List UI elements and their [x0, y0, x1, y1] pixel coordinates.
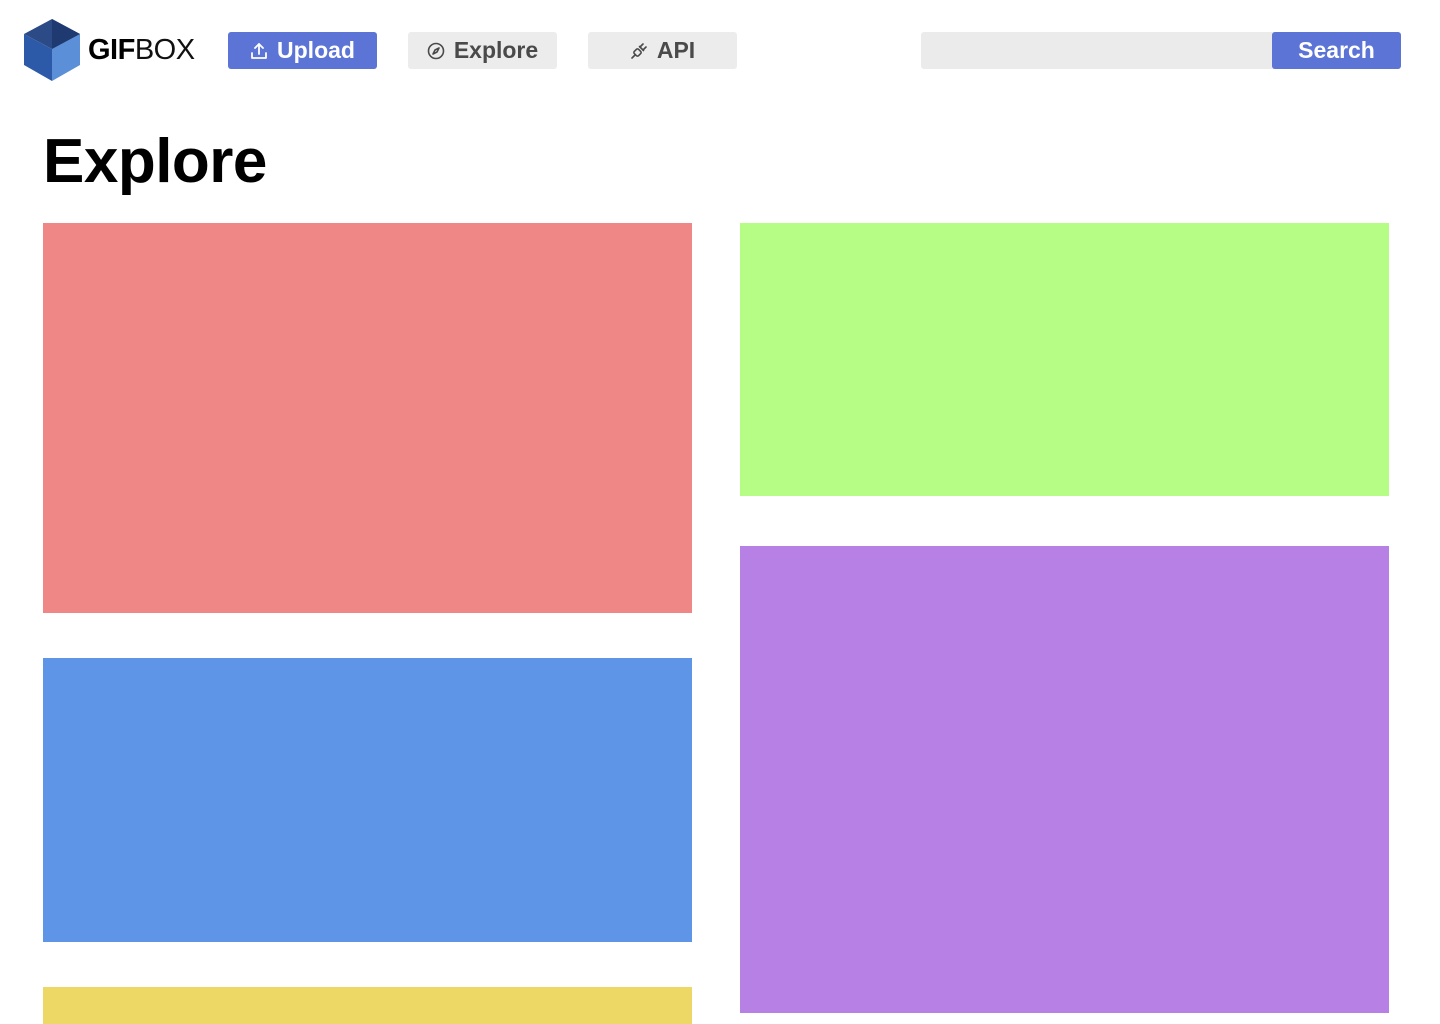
explore-button-label: Explore: [453, 37, 539, 63]
logo-link[interactable]: GIF BOX: [22, 19, 195, 81]
upload-icon: [250, 42, 268, 60]
gif-tile[interactable]: [43, 223, 692, 613]
search-button[interactable]: Search: [1272, 32, 1401, 69]
explore-button[interactable]: Explore: [408, 32, 557, 69]
gif-tile[interactable]: [740, 546, 1389, 1013]
upload-button[interactable]: Upload: [228, 32, 377, 69]
gif-tile[interactable]: [43, 987, 692, 1024]
api-button-label: API: [656, 37, 696, 63]
cube-logo-icon: [22, 19, 82, 81]
compass-icon: [427, 42, 445, 60]
gif-tile[interactable]: [43, 658, 692, 942]
logo-text-bold: GIF: [88, 33, 135, 66]
site-header: GIF BOX Upload Explore API Search: [0, 0, 1440, 100]
logo-wordmark: GIF BOX: [88, 33, 195, 66]
search-input[interactable]: [921, 32, 1277, 69]
page-title: Explore: [43, 127, 267, 196]
upload-button-label: Upload: [277, 37, 355, 63]
logo-text-light: BOX: [134, 33, 195, 66]
api-button[interactable]: API: [588, 32, 737, 69]
gif-tile[interactable]: [740, 223, 1389, 496]
plug-icon: [630, 42, 648, 60]
